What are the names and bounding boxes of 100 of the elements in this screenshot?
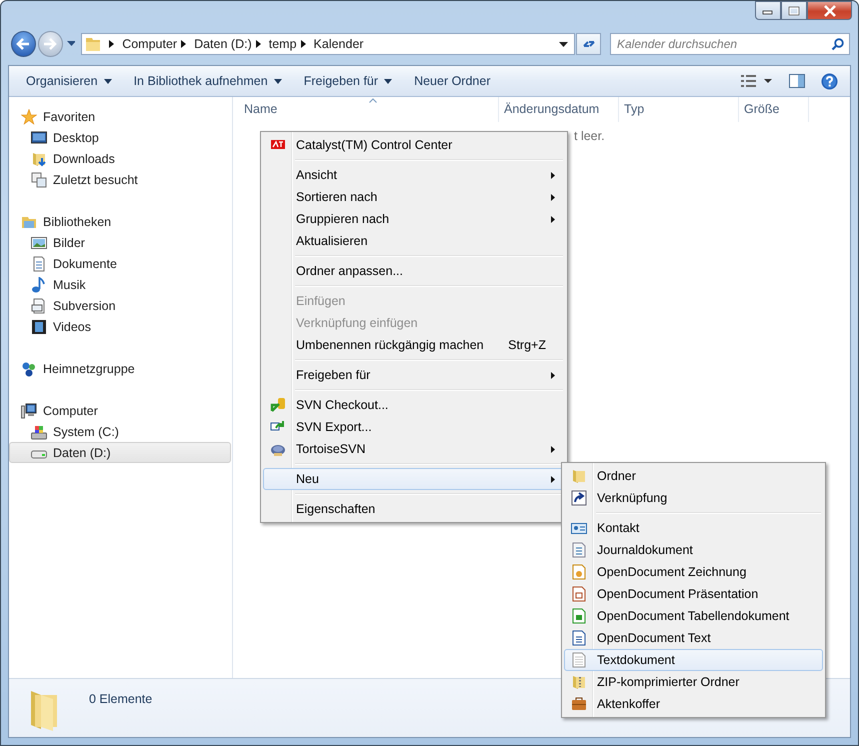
arrow-icon: [270, 397, 286, 413]
sidebar-item[interactable]: Dokumente: [9, 253, 231, 274]
sidebar-item[interactable]: Bibliotheken: [9, 211, 231, 232]
column-header[interactable]: Änderungsdatum: [499, 97, 619, 122]
maximize-icon: [788, 6, 800, 16]
sidebar-item[interactable]: Videos: [9, 316, 231, 337]
menu-item[interactable]: SVN Checkout...: [263, 394, 565, 416]
shortcut-label: Strg+Z: [508, 338, 546, 352]
arrow-left-icon: [15, 37, 32, 51]
menu-item[interactable]: Umbenennen rückgängig machen Strg+Z: [263, 334, 565, 356]
submenu-arrow-icon: [551, 372, 555, 378]
menu-item[interactable]: Sortieren nach: [263, 186, 565, 208]
sidebar-item[interactable]: Favoriten: [9, 106, 231, 127]
empty-folder-message: t leer.: [574, 129, 605, 143]
menu-item[interactable]: OpenDocument Präsentation: [564, 583, 823, 605]
sidebar-item[interactable]: Computer: [9, 400, 231, 421]
sidebar-item[interactable]: Bilder: [9, 232, 231, 253]
network-icon: [21, 360, 37, 376]
caret-icon: [384, 78, 392, 84]
maximize-button[interactable]: [781, 1, 807, 20]
toolbar-button[interactable]: In Bibliothek aufnehmen: [126, 69, 289, 93]
search-icon: [831, 38, 844, 51]
chevron-right-icon: [109, 40, 114, 48]
sidebar-item[interactable]: Musik: [9, 274, 231, 295]
menu-item[interactable]: OpenDocument Tabellendokument: [564, 605, 823, 627]
dropdown-icon[interactable]: [559, 42, 568, 46]
briefcase-icon: [571, 696, 587, 712]
document-icon: [571, 630, 587, 646]
document-icon: [571, 608, 587, 624]
close-button[interactable]: [807, 1, 852, 20]
menu-item[interactable]: Ansicht: [263, 164, 565, 186]
toolbar-button[interactable]: Freigeben für: [296, 69, 400, 93]
breadcrumb-item[interactable]: Computer: [122, 37, 178, 51]
sidebar-item[interactable]: Heimnetzgruppe: [9, 358, 231, 379]
menu-item[interactable]: Verknüpfung: [564, 487, 823, 509]
column-header[interactable]: Typ: [619, 97, 739, 122]
document-icon: [31, 256, 47, 272]
menu-item[interactable]: Catalyst(TM) Control Center: [263, 134, 565, 156]
caret-icon: [274, 78, 282, 84]
sidebar-item[interactable]: Daten (D:): [9, 442, 231, 463]
submenu-arrow-icon: [551, 476, 555, 482]
menu-item[interactable]: SVN Export...: [263, 416, 565, 438]
submenu-arrow-icon: [551, 216, 555, 222]
sidebar-item[interactable]: System (C:): [9, 421, 231, 442]
caret-icon: [104, 78, 112, 84]
arrow-right-icon: [42, 37, 58, 51]
menu-item[interactable]: OpenDocument Zeichnung: [564, 561, 823, 583]
monitor-icon: [31, 130, 47, 146]
folder-icon: [31, 150, 47, 166]
toolbar-button[interactable]: Organisieren: [19, 69, 119, 93]
help-icon: [821, 72, 838, 90]
refresh-button[interactable]: [576, 33, 601, 55]
star-icon: [21, 108, 37, 124]
menu-item[interactable]: OpenDocument Text: [564, 627, 823, 649]
item-count: 0 Elemente: [89, 692, 152, 706]
computer-icon: [21, 402, 37, 418]
folder-icon: [85, 36, 102, 52]
sidebar-item[interactable]: Downloads: [9, 148, 231, 169]
menu-item[interactable]: Eigenschaften: [263, 498, 565, 520]
recent-places-icon: [31, 172, 47, 188]
document-icon: [571, 564, 587, 580]
folder-icon: [571, 468, 587, 484]
document-icon: [31, 298, 47, 314]
column-header[interactable]: Name: [233, 97, 499, 122]
document-icon: [571, 652, 587, 668]
music-note-icon: [31, 276, 47, 292]
menu-item[interactable]: Ordner: [564, 465, 823, 487]
search-field[interactable]: Kalender durchsuchen: [610, 33, 850, 55]
submenu-arrow-icon: [551, 172, 555, 178]
minimize-button[interactable]: [755, 1, 781, 20]
pane-icon: [789, 74, 805, 88]
breadcrumb-item[interactable]: temp: [268, 37, 297, 51]
toolbar-button[interactable]: Neuer Ordner: [407, 69, 498, 93]
submenu-arrow-icon: [551, 446, 555, 452]
menu-item[interactable]: Aktualisieren: [263, 230, 565, 252]
chevron-right-icon: [181, 40, 186, 48]
menu-item[interactable]: Ordner anpassen...: [263, 260, 565, 282]
menu-item[interactable]: Textdokument: [564, 649, 823, 671]
sidebar-item[interactable]: Zuletzt besucht: [9, 169, 231, 190]
menu-item[interactable]: Freigeben für: [263, 364, 565, 386]
menu-item[interactable]: Aktenkoffer: [564, 693, 823, 715]
column-header[interactable]: Größe: [739, 97, 809, 122]
zipped-folder-icon: [571, 674, 587, 690]
chevron-right-icon: [256, 40, 261, 48]
menu-item[interactable]: TortoiseSVN: [263, 438, 565, 460]
breadcrumb-item[interactable]: Kalender: [314, 37, 364, 51]
sidebar-item[interactable]: Subversion: [9, 295, 231, 316]
close-icon: [822, 4, 836, 16]
back-button[interactable]: [11, 31, 36, 57]
sidebar-item[interactable]: Desktop: [9, 127, 231, 148]
contact-card-icon: [571, 520, 587, 536]
menu-item[interactable]: Kontakt: [564, 517, 823, 539]
address-field[interactable]: Computer Daten (D:) temp Kalender: [81, 33, 576, 55]
breadcrumb-item[interactable]: Daten (D:): [194, 37, 252, 51]
menu-item[interactable]: ZIP-komprimierter Ordner: [564, 671, 823, 693]
menu-item[interactable]: Journaldokument: [564, 539, 823, 561]
shortcut-icon: [571, 490, 587, 506]
document-icon: [571, 586, 587, 602]
menu-item[interactable]: Gruppieren nach: [263, 208, 565, 230]
chevron-right-icon: [300, 40, 306, 48]
